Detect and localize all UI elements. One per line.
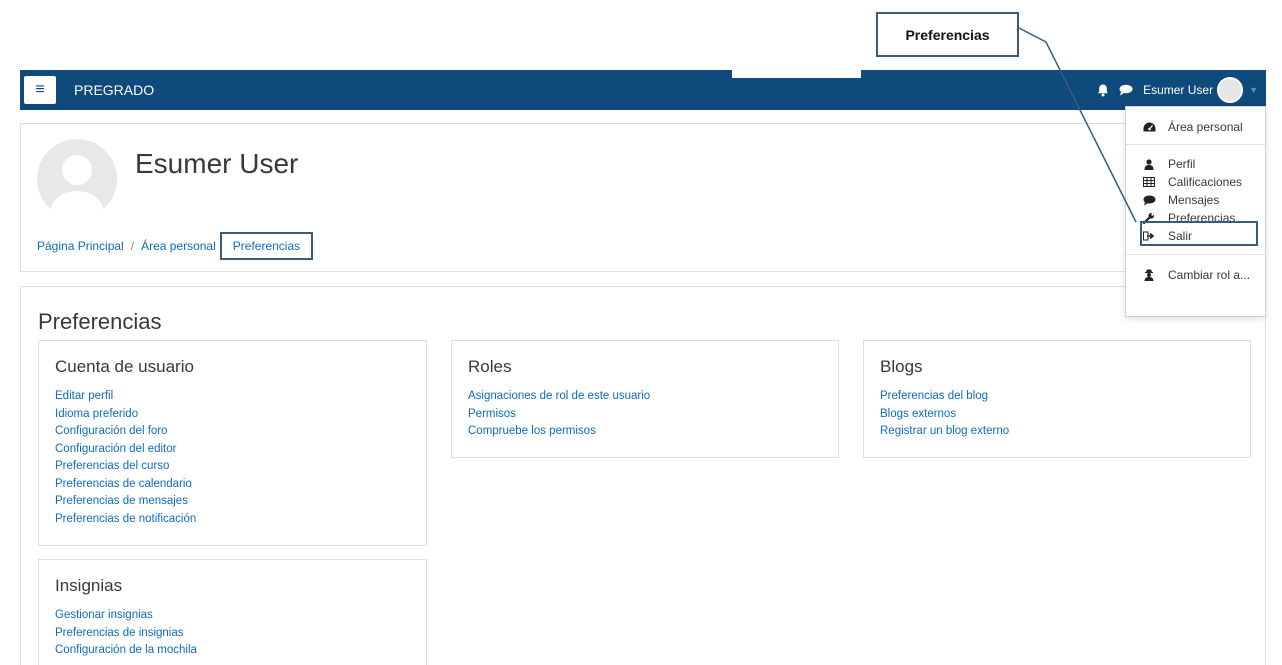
menu-item-label: Calificaciones [1168,175,1243,189]
badges-section: Insignias Gestionar insignias Preferenci… [38,559,427,665]
menu-item-label: Cambiar rol a... [1168,268,1251,282]
roles-section: Roles Asignaciones de rol de este usuari… [451,340,839,458]
menu-item-label: Área personal [1168,120,1243,134]
avatar[interactable] [1217,77,1244,103]
page-title: Esumer User [135,148,299,179]
link-preferred-language[interactable]: Idioma preferido [55,406,410,424]
dashboard-icon [1142,122,1156,133]
bell-icon[interactable] [1097,84,1109,97]
link-notification-preferences[interactable]: Preferencias de notificación [55,511,410,529]
breadcrumb: Página Principal / Área personal Prefere… [37,232,314,260]
user-icon [1142,158,1156,170]
menu-divider [1126,254,1265,255]
roles-section-title: Roles [468,357,512,376]
link-role-assignments[interactable]: Asignaciones de rol de este usuario [468,388,822,406]
chat-icon[interactable] [1119,84,1133,96]
breadcrumb-separator: / [130,239,135,253]
link-course-preferences[interactable]: Preferencias del curso [55,458,410,476]
navbar-user-area: Esumer User ▼ [1097,70,1266,110]
account-section: Cuenta de usuario Editar perfil Idioma p… [38,340,427,546]
menu-item-messages[interactable]: Mensajes [1126,191,1265,209]
preferences-highlight-box [1140,221,1258,246]
blogs-section: Blogs Preferencias del blog Blogs extern… [863,340,1251,458]
link-forum-settings[interactable]: Configuración del foro [55,423,410,441]
link-backpack-settings[interactable]: Configuración de la mochila [55,642,410,660]
hamburger-icon[interactable]: ≡ [24,76,56,104]
top-navbar: ≡ PREGRADO Esumer User ▼ [20,70,1266,110]
link-permissions[interactable]: Permisos [468,406,822,424]
link-edit-profile[interactable]: Editar perfil [55,388,410,406]
site-brand[interactable]: PREGRADO [74,82,154,98]
menu-item-profile[interactable]: Perfil [1126,155,1265,173]
preferences-card: Preferencias Cuenta de usuario Editar pe… [20,286,1266,665]
breadcrumb-current[interactable]: Preferencias [219,232,314,260]
link-calendar-preferences[interactable]: Preferencias de calendario [55,476,410,494]
user-menu-name[interactable]: Esumer User [1143,83,1213,97]
caret-down-icon[interactable]: ▼ [1249,85,1258,95]
link-message-preferences[interactable]: Preferencias de mensajes [55,493,410,511]
link-badge-preferences[interactable]: Preferencias de insignias [55,625,410,643]
annotation-callout: Preferencias [876,12,1019,57]
user-secret-icon [1142,269,1156,281]
profile-avatar [37,139,117,219]
page-header: Esumer User Página Principal / Área pers… [20,123,1266,272]
account-section-title: Cuenta de usuario [55,357,194,376]
link-manage-badges[interactable]: Gestionar insignias [55,607,410,625]
navbar-gap [732,70,861,78]
table-icon [1142,177,1156,187]
link-external-blogs[interactable]: Blogs externos [880,406,1234,424]
callout-label: Preferencias [905,26,990,43]
link-blog-preferences[interactable]: Preferencias del blog [880,388,1234,406]
link-check-permissions[interactable]: Compruebe los permisos [468,423,822,441]
menu-item-label: Mensajes [1168,193,1220,207]
blogs-section-title: Blogs [880,357,923,376]
menu-item-personal-area[interactable]: Área personal [1126,118,1265,136]
menu-item-grades[interactable]: Calificaciones [1126,173,1265,191]
link-register-external-blog[interactable]: Registrar un blog externo [880,423,1234,441]
badges-section-title: Insignias [55,576,123,595]
user-dropdown-menu: Área personal Perfil Calificaciones Mens… [1125,106,1266,317]
breadcrumb-home[interactable]: Página Principal [37,239,124,253]
menu-divider [1126,144,1265,145]
chat-icon [1142,195,1156,206]
menu-item-switch-role[interactable]: Cambiar rol a... [1126,266,1265,284]
menu-item-label: Perfil [1168,157,1196,171]
section-title: Preferencias [38,309,162,334]
breadcrumb-personal-area[interactable]: Área personal [141,239,216,253]
link-editor-settings[interactable]: Configuración del editor [55,441,410,459]
